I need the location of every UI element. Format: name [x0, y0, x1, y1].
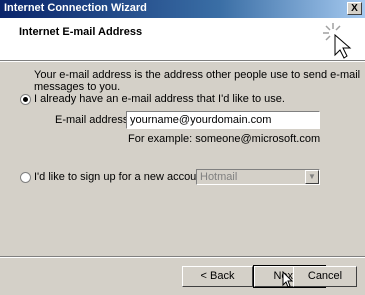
radio-signup-account[interactable] — [20, 172, 31, 183]
back-button[interactable]: < Back — [182, 266, 253, 287]
wizard-cursor-icon — [323, 23, 352, 59]
radio-existing-address[interactable] — [20, 94, 31, 105]
radio-existing-address-label: I already have an e-mail address that I'… — [34, 93, 285, 105]
header-divider — [0, 60, 365, 62]
example-text: For example: someone@microsoft.com — [128, 133, 321, 145]
cancel-button[interactable]: Cancel — [293, 266, 357, 287]
provider-select-value: Hotmail — [200, 171, 238, 183]
email-address-label: E-mail address: — [55, 114, 132, 126]
description-text: Your e-mail address is the address other… — [34, 69, 361, 93]
page-title: Internet E-mail Address — [19, 26, 143, 38]
title-bar: Internet Connection Wizard X — [0, 0, 365, 18]
radio-selected-dot — [23, 97, 28, 102]
provider-select[interactable]: Hotmail ▼ — [196, 169, 320, 185]
close-icon: X — [351, 3, 358, 14]
window-title: Internet Connection Wizard — [4, 2, 147, 14]
mouse-cursor-icon — [282, 271, 294, 288]
chevron-down-icon[interactable]: ▼ — [305, 170, 319, 184]
email-address-field[interactable]: yourname@yourdomain.com — [126, 111, 320, 129]
footer-divider — [0, 256, 365, 258]
wizard-header: Internet E-mail Address — [0, 18, 365, 60]
email-address-value: yourname@yourdomain.com — [130, 114, 272, 126]
close-button[interactable]: X — [347, 2, 362, 15]
